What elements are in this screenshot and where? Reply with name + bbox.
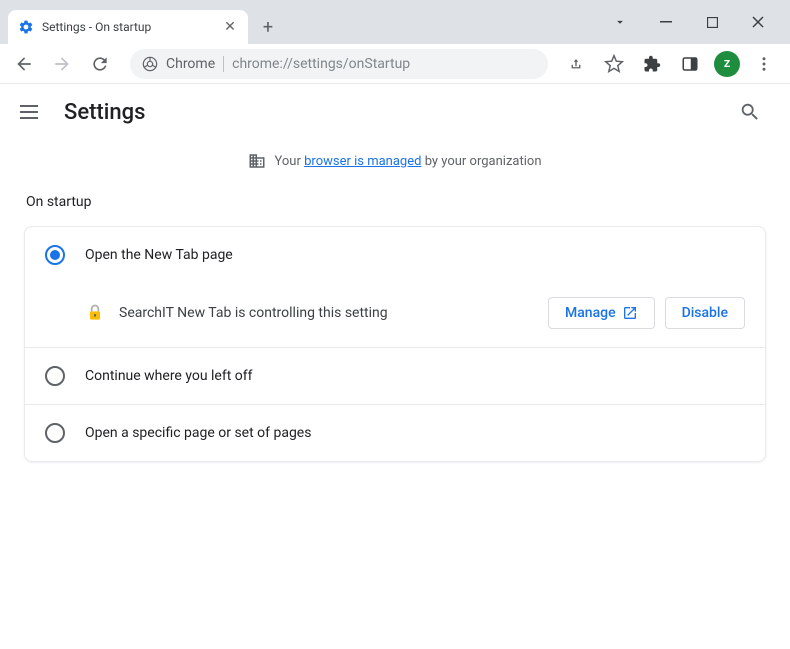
extensions-puzzle-icon[interactable] — [638, 50, 666, 78]
disable-button[interactable]: Disable — [665, 297, 745, 329]
window-titlebar: Settings - On startup ✕ + — [0, 0, 790, 44]
back-button[interactable] — [8, 48, 40, 80]
option-specific-pages[interactable]: Open a specific page or set of pages — [25, 404, 765, 461]
search-settings-icon[interactable] — [730, 92, 770, 132]
managed-link[interactable]: browser is managed — [304, 154, 421, 169]
bookmark-star-icon[interactable] — [600, 50, 628, 78]
close-tab-icon[interactable]: ✕ — [222, 19, 238, 35]
lock-icon — [85, 303, 105, 323]
new-tab-button[interactable]: + — [254, 13, 282, 41]
reload-button[interactable] — [84, 48, 116, 80]
profile-avatar[interactable]: z — [714, 51, 740, 77]
radio-selected-icon[interactable] — [45, 245, 65, 265]
manage-button[interactable]: Manage — [548, 297, 655, 329]
close-window-button[interactable] — [746, 10, 770, 34]
radio-unselected-icon[interactable] — [45, 366, 65, 386]
page-title: Settings — [64, 100, 145, 125]
tab-title: Settings - On startup — [42, 20, 214, 34]
startup-options-card: Open the New Tab page SearchIT New Tab i… — [24, 226, 766, 462]
tab-search-icon[interactable] — [608, 10, 632, 34]
browser-toolbar: Chrome chrome://settings/onStartup z — [0, 44, 790, 84]
disable-button-label: Disable — [682, 305, 728, 321]
kebab-menu-icon[interactable] — [750, 50, 778, 78]
extension-controlled-notice: SearchIT New Tab is controlling this set… — [25, 283, 765, 347]
organization-building-icon — [248, 152, 266, 170]
manage-button-label: Manage — [565, 305, 616, 321]
avatar-initial: z — [724, 56, 731, 71]
section-heading: On startup — [26, 194, 766, 210]
menu-hamburger-icon[interactable] — [20, 100, 44, 124]
address-divider — [223, 56, 224, 72]
forward-button[interactable] — [46, 48, 78, 80]
settings-content: On startup Open the New Tab page SearchI… — [0, 194, 790, 462]
radio-unselected-icon[interactable] — [45, 423, 65, 443]
managed-text-prefix: Your — [274, 154, 300, 169]
external-link-icon — [622, 305, 638, 321]
managed-notice: Your browser is managed by your organiza… — [0, 140, 790, 182]
window-controls — [608, 10, 782, 44]
option-label: Open the New Tab page — [85, 247, 233, 263]
managed-text-suffix: by your organization — [425, 154, 542, 169]
chrome-logo-icon — [142, 56, 158, 72]
address-prefix: Chrome — [166, 56, 215, 72]
address-url: chrome://settings/onStartup — [232, 56, 410, 72]
option-label: Continue where you left off — [85, 368, 253, 384]
side-panel-icon[interactable] — [676, 50, 704, 78]
browser-tab[interactable]: Settings - On startup ✕ — [8, 10, 248, 44]
address-bar[interactable]: Chrome chrome://settings/onStartup — [130, 49, 548, 79]
minimize-button[interactable] — [654, 10, 678, 34]
settings-header: Settings — [0, 84, 790, 140]
option-label: Open a specific page or set of pages — [85, 425, 311, 441]
option-new-tab-page[interactable]: Open the New Tab page — [25, 227, 765, 283]
option-continue-left-off[interactable]: Continue where you left off — [25, 347, 765, 404]
share-icon[interactable] — [562, 50, 590, 78]
maximize-button[interactable] — [700, 10, 724, 34]
controlled-text: SearchIT New Tab is controlling this set… — [119, 305, 534, 321]
settings-gear-icon — [18, 19, 34, 35]
